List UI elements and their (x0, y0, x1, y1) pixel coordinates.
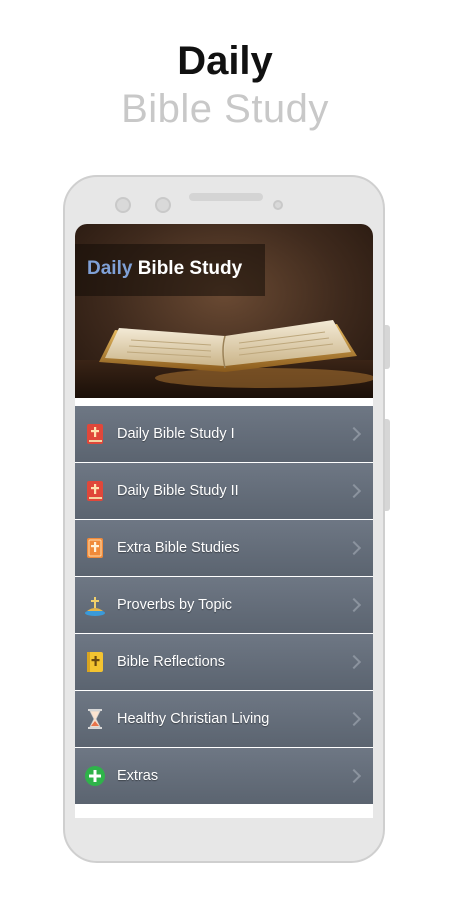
proximity-sensor-icon (273, 200, 283, 210)
menu-item-label: Daily Bible Study I (117, 426, 235, 442)
header-title: Daily Bible Study (87, 258, 242, 280)
app-screen: Daily Bible Study Daily Bible Study I Da… (75, 224, 373, 818)
promo-subtitle: Bible Study (121, 87, 329, 131)
menu-item-extra-bible-studies[interactable]: Extra Bible Studies (75, 520, 373, 576)
menu-item-label: Daily Bible Study II (117, 483, 239, 499)
cross-hill-icon (84, 594, 106, 616)
chevron-right-icon (346, 711, 362, 727)
menu-item-healthy-christian-living[interactable]: Healthy Christian Living (75, 691, 373, 747)
menu-item-label: Proverbs by Topic (117, 597, 232, 613)
front-camera-icon (115, 197, 131, 213)
speaker-grille (189, 193, 263, 201)
red-book-cross-icon (84, 480, 106, 502)
chevron-right-icon (346, 483, 362, 499)
menu-item-extras[interactable]: Extras (75, 748, 373, 804)
menu-item-bible-reflections[interactable]: Bible Reflections (75, 634, 373, 690)
menu-item-daily-bible-study-2[interactable]: Daily Bible Study II (75, 463, 373, 519)
menu-item-proverbs-by-topic[interactable]: Proverbs by Topic (75, 577, 373, 633)
chevron-right-icon (346, 426, 362, 442)
power-button (385, 325, 390, 369)
header-title-rest: Bible Study (132, 258, 243, 279)
promo-title: Daily (177, 39, 273, 83)
sensor-icon (155, 197, 171, 213)
orange-book-cross-icon (84, 537, 106, 559)
chevron-right-icon (346, 768, 362, 784)
volume-button (385, 419, 390, 511)
chevron-right-icon (346, 597, 362, 613)
red-book-cross-icon (84, 423, 106, 445)
header-title-box: Daily Bible Study (75, 244, 265, 296)
green-plus-icon (84, 765, 106, 787)
menu-item-daily-bible-study-1[interactable]: Daily Bible Study I (75, 406, 373, 462)
chevron-right-icon (346, 654, 362, 670)
menu-item-label: Extras (117, 768, 159, 784)
yellow-book-cross-icon (84, 651, 106, 673)
app-header-banner: Daily Bible Study (75, 224, 373, 398)
menu-item-label: Healthy Christian Living (117, 711, 270, 727)
menu-item-label: Extra Bible Studies (117, 540, 240, 556)
header-title-accent: Daily (87, 258, 133, 279)
menu-item-label: Bible Reflections (117, 654, 225, 670)
hourglass-icon (84, 708, 106, 730)
open-bible-image (75, 320, 373, 398)
chevron-right-icon (346, 540, 362, 556)
main-menu-list: Daily Bible Study I Daily Bible Study II… (75, 406, 373, 805)
